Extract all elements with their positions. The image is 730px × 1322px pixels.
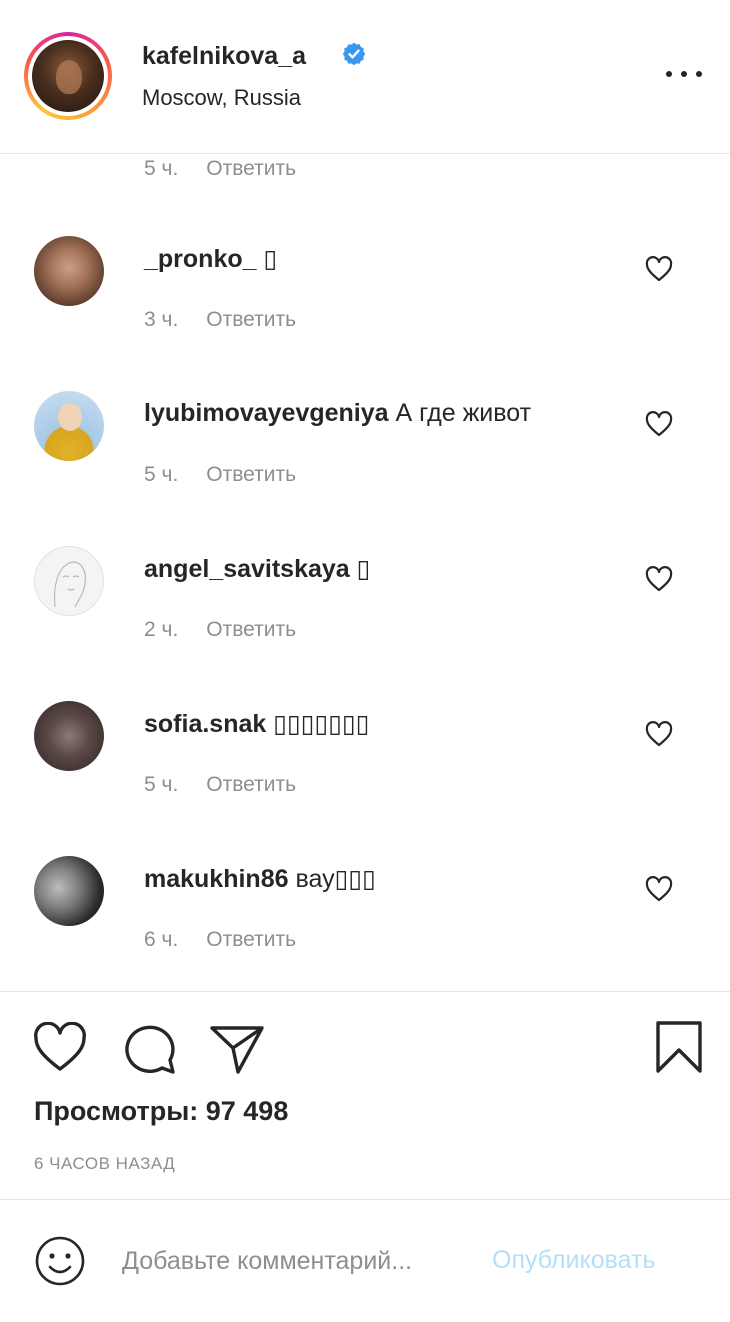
views-count: Просмотры: 97 498 (34, 1096, 289, 1126)
comment-text: lyubimovayevgeniya А где живот (144, 399, 531, 428)
previous-comment-meta: 5 ч. Ответить (144, 157, 296, 181)
verified-badge-icon (342, 42, 366, 66)
comment-time: 5 ч. (144, 157, 179, 180)
comment-meta: 5 ч. Ответить (144, 773, 296, 797)
heart-icon[interactable] (645, 721, 673, 747)
reply-button[interactable]: Ответить (206, 308, 296, 332)
comment-item: _pronko_ ▯ 3 ч. Ответить (0, 236, 730, 391)
comment-body: ▯▯▯▯▯▯▯ (273, 710, 370, 738)
comment-item: lyubimovayevgeniya А где живот 5 ч. Отве… (0, 391, 730, 546)
comment-author[interactable]: makukhin86 (144, 865, 289, 893)
comment-input[interactable] (122, 1240, 484, 1282)
comment-item: sofia.snak ▯▯▯▯▯▯▯ 5 ч. Ответить (0, 701, 730, 856)
comment-meta: 5 ч. Ответить (144, 463, 296, 487)
comment-body: вау▯▯▯ (295, 865, 376, 893)
comment-meta: 2 ч. Ответить (144, 618, 296, 642)
comment-text: angel_savitskaya ▯ (144, 554, 370, 584)
commenter-avatar[interactable] (34, 856, 104, 926)
emoji-icon[interactable] (34, 1235, 86, 1287)
comment-time: 3 ч. (144, 308, 179, 331)
comment-time: 6 ч. (144, 928, 179, 951)
commenter-avatar[interactable] (34, 701, 104, 771)
comment-text: makukhin86 вау▯▯▯ (144, 864, 376, 894)
heart-icon[interactable] (645, 876, 673, 902)
comment-body: А где живот (395, 399, 532, 427)
comment-author[interactable]: sofia.snak (144, 710, 266, 738)
add-comment-bar: Опубликовать (0, 1199, 730, 1322)
reply-button[interactable]: Ответить (206, 463, 296, 487)
comment-body: ▯ (356, 555, 371, 583)
more-options-icon[interactable] (666, 62, 702, 86)
profile-avatar[interactable] (24, 32, 112, 120)
commenter-avatar[interactable] (34, 546, 104, 616)
comment-time: 5 ч. (144, 773, 179, 796)
comment-meta: 3 ч. Ответить (144, 308, 296, 332)
comment-item: makukhin86 вау▯▯▯ 6 ч. Ответить (0, 856, 730, 1011)
reply-button[interactable]: Ответить (206, 157, 296, 181)
save-bookmark-icon[interactable] (654, 1020, 704, 1074)
comment-time: 2 ч. (144, 618, 179, 641)
commenter-avatar[interactable] (34, 391, 104, 461)
sketch-portrait-icon (53, 561, 86, 608)
reply-button[interactable]: Ответить (206, 773, 296, 797)
profile-username[interactable]: kafelnikova_a (142, 42, 306, 71)
comment-meta: 6 ч. Ответить (144, 928, 296, 952)
comment-bubble-icon[interactable] (120, 1022, 178, 1076)
comment-text: _pronko_ ▯ (144, 244, 277, 274)
comment-body: ▯ (263, 245, 278, 273)
post-location[interactable]: Moscow, Russia (142, 85, 301, 111)
heart-icon[interactable] (645, 566, 673, 592)
comment-text: sofia.snak ▯▯▯▯▯▯▯ (144, 709, 370, 739)
post-timestamp[interactable]: 6 ЧАСОВ НАЗАД (34, 1154, 175, 1174)
reply-button[interactable]: Ответить (206, 618, 296, 642)
heart-icon[interactable] (645, 256, 673, 282)
like-heart-icon[interactable] (32, 1022, 88, 1074)
commenter-avatar[interactable] (34, 236, 104, 306)
post-actions-section: Просмотры: 97 498 6 ЧАСОВ НАЗАД (0, 991, 730, 1199)
reply-button[interactable]: Ответить (206, 928, 296, 952)
comment-item: angel_savitskaya ▯ 2 ч. Ответить (0, 546, 730, 701)
comment-author[interactable]: angel_savitskaya (144, 555, 350, 583)
comment-author[interactable]: _pronko_ (144, 245, 257, 273)
share-send-icon[interactable] (208, 1022, 266, 1076)
comment-time: 5 ч. (144, 463, 179, 486)
comment-author[interactable]: lyubimovayevgeniya (144, 399, 389, 427)
post-header: kafelnikova_a Moscow, Russia (0, 0, 730, 154)
heart-icon[interactable] (645, 411, 673, 437)
publish-button[interactable]: Опубликовать (492, 1246, 655, 1275)
